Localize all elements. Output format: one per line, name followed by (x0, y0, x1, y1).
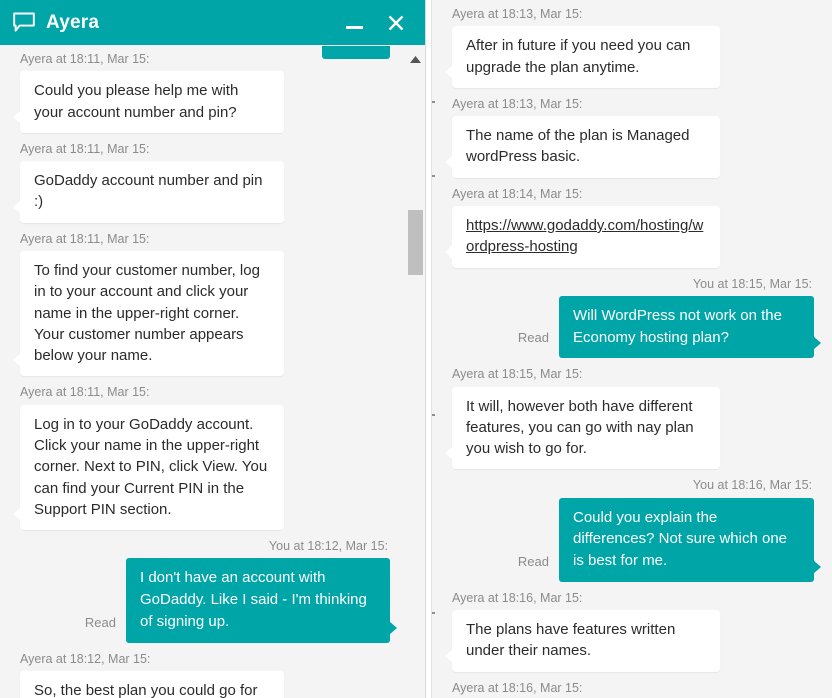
incoming-bubble: The plans have features written under th… (445, 610, 720, 672)
outgoing-row: Read Will WordPress not work on the Econ… (446, 295, 821, 359)
message-meta: You at 18:16, Mar 15: (692, 478, 812, 493)
message-list-left[interactable]: Ayera at 18:11, Mar 15: Could you please… (0, 45, 406, 698)
incoming-bubble: The name of the plan is Managed wordPres… (445, 116, 720, 178)
message-meta: Ayera at 18:11, Mar 15: (20, 231, 150, 246)
incoming-row: The name of the plan is Managed wordPres… (445, 116, 820, 178)
minimize-button[interactable] (343, 10, 365, 36)
message-meta: You at 18:12, Mar 15: (268, 539, 388, 554)
message-group: You at 18:12, Mar 15: Read I don't have … (14, 532, 397, 643)
outgoing-bubble: Will WordPress not work on the Economy h… (559, 295, 821, 359)
close-icon (388, 15, 404, 30)
message-meta: Ayera at 18:13, Mar 15: (452, 96, 583, 111)
message-group: Ayera at 18:14, Mar 15: https://www.goda… (445, 180, 820, 268)
read-status-badge: Read (517, 553, 549, 569)
message-group: Ayera at 18:11, Mar 15: To find your cus… (13, 225, 396, 377)
read-status-badge: Read (517, 330, 549, 346)
panel-divider (425, 0, 432, 698)
scrollbar-edge-marks (432, 0, 435, 698)
message-meta: Ayera at 18:13, Mar 15: (452, 7, 583, 21)
message-group: Ayera at 18:16, Mar 15: when you scroll … (446, 674, 820, 698)
message-group: Ayera at 18:11, Mar 15: GoDaddy account … (13, 135, 396, 223)
incoming-bubble: GoDaddy account number and pin :) (13, 161, 284, 223)
incoming-bubble: So, the best plan you could go for is th… (20, 670, 284, 698)
chat-window-header: Ayera (0, 0, 425, 45)
chat-window-left: Ayera Ayera at 18:11, Mar 15: Could you (0, 0, 425, 698)
incoming-row: The plans have features written under th… (445, 610, 820, 672)
incoming-row: Log in to your GoDaddy account. Click yo… (13, 404, 396, 531)
speech-bubble-icon (12, 12, 36, 34)
chat-window-right: Ayera at 18:13, Mar 15: After in future … (432, 0, 832, 698)
clipped-outgoing-bubble (322, 46, 390, 59)
incoming-bubble: It will, however both have different fea… (445, 386, 720, 470)
incoming-row: After in future if you need you can upgr… (445, 26, 820, 88)
message-meta: Ayera at 18:11, Mar 15: (20, 141, 150, 156)
incoming-bubble-link: https://www.godaddy.com/hosting/wordpres… (445, 205, 720, 268)
incoming-bubble: After in future if you need you can upgr… (445, 26, 720, 88)
outgoing-row: Read I don't have an account with GoDadd… (14, 558, 397, 643)
incoming-row: GoDaddy account number and pin :) (13, 161, 396, 223)
close-button[interactable] (383, 10, 409, 36)
message-group: Ayera at 18:15, Mar 15: It will, however… (445, 360, 820, 470)
header-branding: Ayera (0, 12, 343, 34)
message-meta: Ayera at 18:14, Mar 15: (452, 186, 583, 201)
window-controls (343, 10, 425, 36)
message-meta: Ayera at 18:16, Mar 15: (452, 590, 583, 605)
window-title: Ayera (46, 12, 100, 33)
message-meta: You at 18:15, Mar 15: (692, 276, 812, 291)
outgoing-row: Read Could you explain the differences? … (446, 497, 821, 582)
message-group: Ayera at 18:13, Mar 15: The name of the … (445, 90, 820, 178)
message-meta: Ayera at 18:12, Mar 15: (20, 651, 151, 666)
incoming-bubble: To find your customer number, log in to … (13, 250, 284, 377)
incoming-row: So, the best plan you could go for is th… (14, 670, 396, 698)
incoming-bubble: Could you please help me with your accou… (13, 71, 284, 133)
incoming-row: https://www.godaddy.com/hosting/wordpres… (445, 205, 820, 268)
chevron-up-icon (410, 55, 421, 63)
minimize-icon (345, 26, 363, 29)
message-group: Ayera at 18:11, Mar 15: Log in to your G… (13, 378, 396, 531)
chat-application: Ayera Ayera at 18:11, Mar 15: Could you (0, 0, 832, 698)
message-group: Ayera at 18:13, Mar 15: After in future … (445, 0, 820, 88)
message-meta: Ayera at 18:11, Mar 15: (20, 385, 150, 400)
incoming-row: Could you please help me with your accou… (13, 71, 396, 133)
message-group: You at 18:15, Mar 15: Read Will WordPres… (446, 270, 821, 359)
message-group: Ayera at 18:12, Mar 15: So, the best pla… (14, 645, 396, 698)
read-status-badge: Read (84, 614, 116, 630)
message-meta: Ayera at 18:15, Mar 15: (452, 367, 583, 382)
vertical-scrollbar[interactable] (406, 45, 425, 698)
outgoing-bubble: Could you explain the differences? Not s… (559, 497, 821, 582)
message-group: You at 18:16, Mar 15: Read Could you exp… (446, 471, 821, 582)
outgoing-bubble: I don't have an account with GoDaddy. Li… (126, 558, 397, 643)
incoming-bubble: Log in to your GoDaddy account. Click yo… (13, 404, 284, 531)
hosting-url-link[interactable]: https://www.godaddy.com/hosting/wordpres… (466, 217, 703, 255)
incoming-row: It will, however both have different fea… (445, 386, 820, 470)
scrollbar-track[interactable] (406, 69, 425, 698)
message-meta: Ayera at 18:16, Mar 15: (452, 680, 583, 695)
scroll-up-button[interactable] (406, 51, 425, 67)
scrollbar-thumb[interactable] (408, 210, 423, 275)
incoming-row: To find your customer number, log in to … (13, 250, 396, 377)
message-group: Ayera at 18:16, Mar 15: The plans have f… (445, 584, 820, 672)
